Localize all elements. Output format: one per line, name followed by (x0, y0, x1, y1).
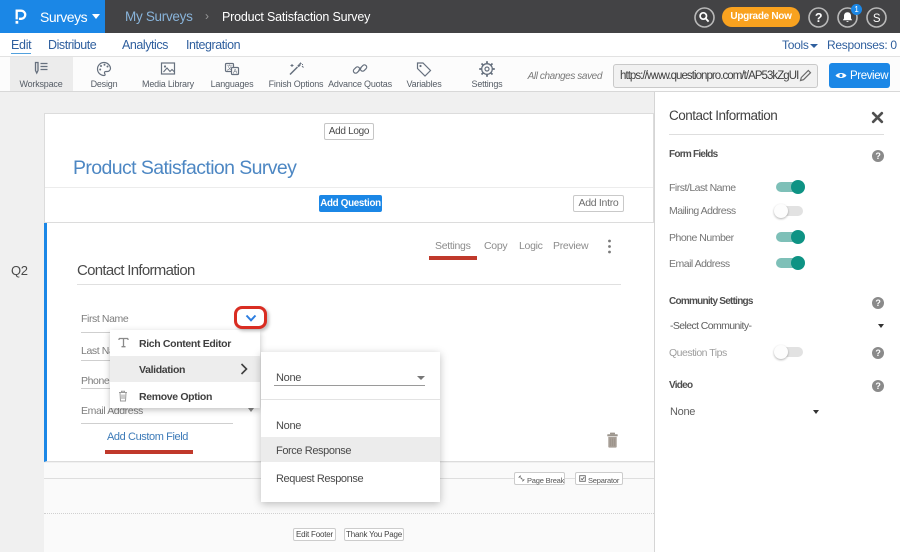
svg-text:?: ? (815, 11, 822, 25)
svg-text:S: S (873, 13, 881, 25)
